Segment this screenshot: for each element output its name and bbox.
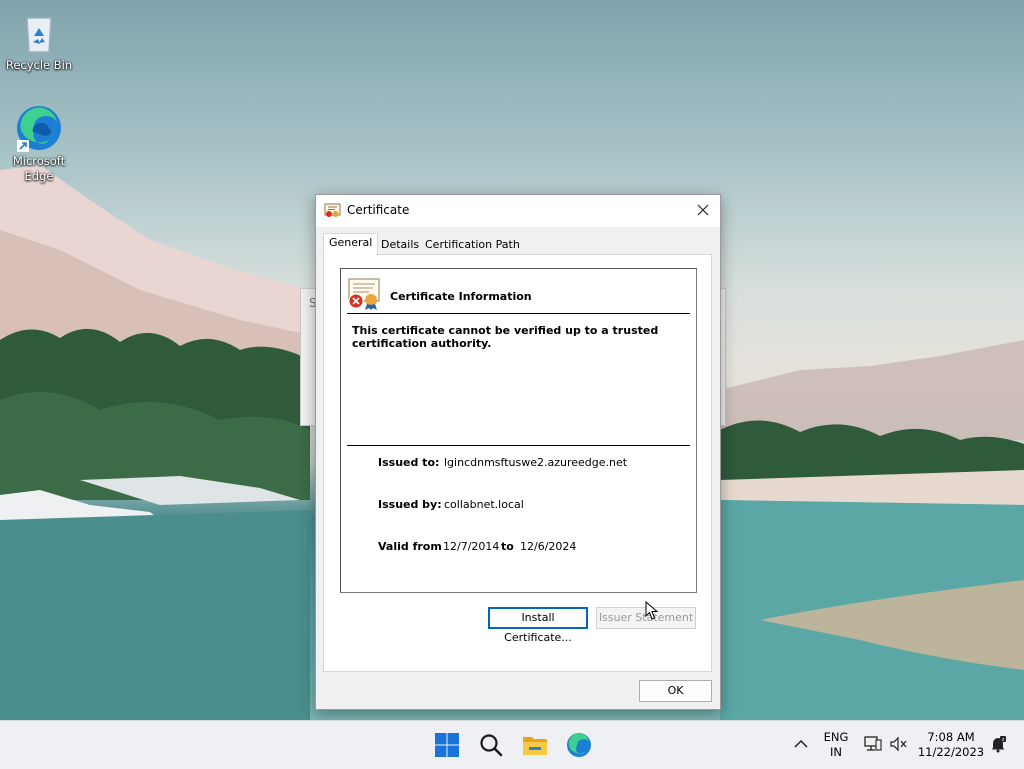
verification-warning-text: This certificate cannot be verified up t… (352, 324, 659, 350)
clock-date: 11/22/2023 (917, 745, 985, 759)
close-button[interactable] (686, 195, 720, 225)
chevron-up-icon[interactable] (794, 738, 808, 750)
issued-to-label: Issued to: (378, 456, 440, 469)
svg-text:z: z (1002, 737, 1005, 743)
file-explorer-icon[interactable] (521, 731, 549, 759)
clock[interactable]: 7:08 AM 11/22/2023 (916, 730, 986, 760)
valid-to-value: 12/6/2024 (520, 540, 577, 553)
certificate-dialog: Certificate General Details Certificatio… (315, 194, 721, 710)
dialog-title: Certificate (347, 203, 410, 217)
desktop-icon-microsoft-edge[interactable]: Microsoft Edge (4, 104, 74, 184)
certificate-warning-icon (348, 278, 380, 310)
valid-from-label: Valid from (378, 540, 442, 553)
recycle-bin-label: Recycle Bin (5, 58, 73, 72)
tab-details[interactable]: Details (375, 235, 425, 255)
dialog-titlebar[interactable]: Certificate (316, 195, 720, 227)
tab-general[interactable]: General (323, 233, 379, 256)
windows-start-icon[interactable] (433, 731, 461, 759)
valid-from-value: 12/7/2014 (443, 540, 500, 553)
desktop-icon-recycle-bin[interactable]: Recycle Bin (4, 8, 74, 73)
clock-time: 7:08 AM (927, 730, 975, 744)
taskbar: ENG IN 7:08 AM 11/22/2023 z (0, 720, 1024, 769)
issued-by-label: Issued by: (378, 498, 442, 511)
volume-muted-icon[interactable] (890, 736, 908, 752)
microsoft-edge-label: Microsoft Edge (12, 154, 66, 183)
recycle-bin-icon (26, 17, 52, 53)
issued-to-value: lgincdnmsftuswe2.azureedge.net (444, 456, 628, 469)
valid-to-label: to (501, 540, 514, 553)
certificate-information-box: Certificate Information This certificate… (340, 268, 697, 593)
keyboard-region: IN (830, 745, 842, 759)
issued-by-value: collabnet.local (444, 498, 524, 511)
edge-icon[interactable] (565, 731, 593, 759)
network-icon[interactable] (864, 736, 882, 752)
divider-top (347, 313, 690, 314)
certificate-information-heading: Certificate Information (390, 290, 532, 303)
close-icon (697, 204, 709, 216)
language-code: ENG (823, 730, 849, 744)
tab-certification-path[interactable]: Certification Path (419, 235, 526, 255)
search-icon[interactable] (477, 731, 505, 759)
mouse-cursor-icon (645, 601, 659, 620)
edge-icon (17, 106, 61, 152)
language-indicator[interactable]: ENG IN (818, 730, 854, 760)
ok-button[interactable]: OK (639, 680, 712, 702)
divider-bottom (347, 445, 690, 446)
notification-bell-icon[interactable]: z (989, 735, 1007, 753)
install-certificate-button[interactable]: Install Certificate... (488, 607, 588, 644)
certificate-icon (324, 203, 341, 217)
